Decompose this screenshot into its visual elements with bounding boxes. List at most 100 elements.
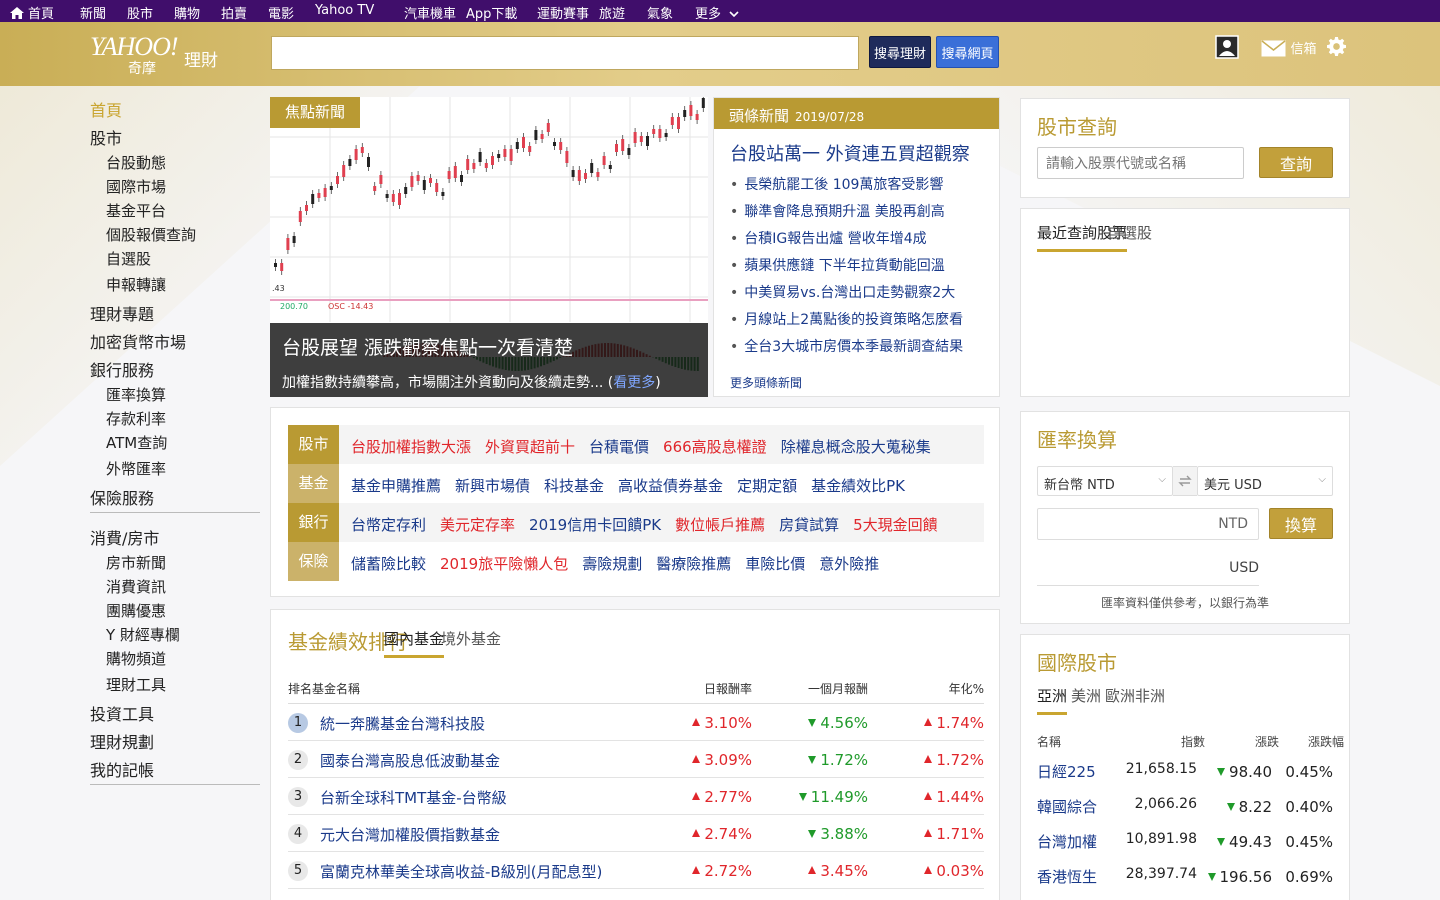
search-input[interactable] xyxy=(271,36,859,70)
sidebar-item-transfer[interactable]: 申報轉讓 xyxy=(106,274,166,295)
topnav-item-weather[interactable]: 氣象 xyxy=(647,3,673,22)
table-row[interactable]: 5 富蘭克林華美全球高收益-B級別(月配息型) 2.72% 3.45% 0.03% xyxy=(288,852,984,889)
keyword-link[interactable]: 外資買超前十 xyxy=(485,438,575,456)
keyword-link[interactable]: 5大現金回饋 xyxy=(853,516,938,534)
tab-asia[interactable]: 亞洲 xyxy=(1037,685,1068,715)
index-name-link[interactable]: 日經225 xyxy=(1037,761,1096,782)
keyword-link[interactable]: 台股加權指數大漲 xyxy=(351,438,471,456)
top-news-more-link[interactable]: 更多頭條新聞 xyxy=(730,374,802,391)
sidebar-item-tools[interactable]: 理財工具 xyxy=(106,674,166,695)
news-link[interactable]: 聯準會降息預期升溫 美股再創高 xyxy=(744,204,944,220)
keyword-link[interactable]: 2019信用卡回饋PK xyxy=(529,516,661,534)
mail-link[interactable]: 信箱 xyxy=(1261,38,1316,61)
sidebar-item-quote[interactable]: 個股報價查詢 xyxy=(106,224,196,245)
topnav-item-auction[interactable]: 拍賣 xyxy=(221,3,247,22)
sidebar-item-atm[interactable]: ATM查詢 xyxy=(106,432,167,453)
index-name-link[interactable]: 韓國綜合 xyxy=(1037,796,1097,817)
list-item[interactable]: • 蘋果供應鏈 下半年拉貨動能回溫 xyxy=(730,255,963,282)
keyword-link[interactable]: 新興市場債 xyxy=(455,477,530,495)
table-row[interactable]: 4 元大台灣加權股價指數基金 2.74% 3.88% 1.71% xyxy=(288,815,984,852)
tab-watchlist[interactable]: 自選股 xyxy=(1107,222,1152,243)
sidebar-item-consumer[interactable]: 消費/房市 xyxy=(90,525,159,549)
keyword-link[interactable]: 台積電價 xyxy=(589,438,649,456)
sidebar-item-fx[interactable]: 匯率換算 xyxy=(106,384,166,405)
keyword-link[interactable]: 除權息概念股大蒐秘集 xyxy=(781,438,931,456)
keyword-link[interactable]: 房貸試算 xyxy=(779,516,839,534)
sidebar-item-ledger[interactable]: 我的記帳 xyxy=(90,757,154,781)
sidebar-item-invest-tools[interactable]: 投資工具 xyxy=(90,701,154,725)
keyword-link[interactable]: 數位帳戶推薦 xyxy=(675,516,765,534)
sidebar-item-home[interactable]: 首頁 xyxy=(90,97,122,121)
keyword-link[interactable]: 666高股息權證 xyxy=(663,438,767,456)
list-item[interactable]: • 長榮航罷工後 109萬旅客受影響 xyxy=(730,174,963,201)
table-row[interactable]: 1 統一奔騰基金台灣科技股 3.10% 4.56% 1.74% xyxy=(288,704,984,741)
table-row[interactable]: 3 台新全球科TMT基金-台幣級 2.77% 11.49% 1.44% xyxy=(288,778,984,815)
news-link[interactable]: 台積IG報告出爐 營收年增4成 xyxy=(744,231,926,247)
topnav-item-tv[interactable]: Yahoo TV xyxy=(315,3,374,18)
index-name-link[interactable]: 台灣加權 xyxy=(1037,831,1097,852)
sidebar-item-tw-stock[interactable]: 台股動態 xyxy=(106,152,166,173)
keyword-link[interactable]: 車險比價 xyxy=(745,555,805,573)
index-name-link[interactable]: 香港恆生 xyxy=(1037,866,1097,887)
sidebar-item-shop[interactable]: 購物頻道 xyxy=(106,648,166,669)
sidebar-item-column[interactable]: Y 財經專欄 xyxy=(106,624,180,645)
keyword-link[interactable]: 儲蓄險比較 xyxy=(351,555,426,573)
sidebar-item-foreign-fx[interactable]: 外幣匯率 xyxy=(106,458,166,479)
sidebar-item-watchlist[interactable]: 自選股 xyxy=(106,248,151,269)
tab-europe[interactable]: 歐洲非洲 xyxy=(1105,685,1165,706)
keyword-link[interactable]: 醫療險推薦 xyxy=(656,555,731,573)
fund-name-link[interactable]: 台新全球科TMT基金-台幣級 xyxy=(320,787,507,808)
keyword-link[interactable]: 基金績效比PK xyxy=(811,477,905,495)
topnav-item-home[interactable]: 首頁 xyxy=(10,3,54,22)
user-icon[interactable] xyxy=(1215,35,1239,63)
news-link[interactable]: 中美貿易vs.台灣出口走勢觀察2大 xyxy=(744,285,955,301)
fund-name-link[interactable]: 統一奔騰基金台灣科技股 xyxy=(320,713,485,734)
topnav-item-more[interactable]: 更多 xyxy=(695,3,739,22)
topnav-item-travel[interactable]: 旅遊 xyxy=(599,3,625,22)
sidebar-item-stock[interactable]: 股市 xyxy=(90,125,122,149)
keyword-link[interactable]: 高收益債券基金 xyxy=(618,477,723,495)
sidebar-item-realestate[interactable]: 房市新聞 xyxy=(106,552,166,573)
keyword-link[interactable]: 意外險推 xyxy=(819,555,879,573)
news-link[interactable]: 全台3大城市房價本季最新調查結果 xyxy=(744,339,963,355)
sidebar-item-deposit[interactable]: 存款利率 xyxy=(106,408,166,429)
fund-name-link[interactable]: 國泰台灣高股息低波動基金 xyxy=(320,750,500,771)
gear-icon[interactable] xyxy=(1327,37,1346,60)
fx-to-select[interactable]: 美元 USD ⌵ xyxy=(1197,466,1333,496)
topnav-item-shopping[interactable]: 購物 xyxy=(174,3,200,22)
sidebar-item-bank[interactable]: 銀行服務 xyxy=(90,357,154,381)
list-item[interactable]: • 聯準會降息預期升溫 美股再創高 xyxy=(730,201,963,228)
sidebar-item-insurance[interactable]: 保險服務 xyxy=(90,485,154,509)
fx-amount-input[interactable]: NTD xyxy=(1037,508,1259,540)
keyword-link[interactable]: 壽險規劃 xyxy=(582,555,642,573)
feature-more-link[interactable]: 看更多 xyxy=(613,375,655,391)
news-link[interactable]: 長榮航罷工後 109萬旅客受影響 xyxy=(744,177,943,193)
topnav-item-sports[interactable]: 運動賽事 xyxy=(537,3,589,22)
topnav-item-stock[interactable]: 股市 xyxy=(127,3,153,22)
topnav-item-app[interactable]: App下載 xyxy=(466,3,517,22)
topnav-item-auto[interactable]: 汽車機車 xyxy=(404,3,456,22)
fx-convert-button[interactable]: 換算 xyxy=(1269,508,1333,539)
sidebar-item-groupbuy[interactable]: 團購優惠 xyxy=(106,600,166,621)
top-news-headline[interactable]: 台股站萬一 外資連五買超觀察 xyxy=(730,140,970,166)
keyword-link[interactable]: 基金申購推薦 xyxy=(351,477,441,495)
fx-from-select[interactable]: 新台幣 NTD ⌵ xyxy=(1037,466,1173,496)
stock-quote-button[interactable]: 查詢 xyxy=(1259,147,1333,178)
keyword-link[interactable]: 2019旅平險懶人包 xyxy=(440,555,568,573)
keyword-link[interactable]: 定期定額 xyxy=(737,477,797,495)
topnav-item-movie[interactable]: 電影 xyxy=(268,3,294,22)
sidebar-item-planning[interactable]: 理財規劃 xyxy=(90,729,154,753)
list-item[interactable]: • 台積IG報告出爐 營收年增4成 xyxy=(730,228,963,255)
list-item[interactable]: • 全台3大城市房價本季最新調查結果 xyxy=(730,336,963,363)
keyword-link[interactable]: 科技基金 xyxy=(544,477,604,495)
sidebar-item-crypto[interactable]: 加密貨幣市場 xyxy=(90,329,186,353)
search-web-button[interactable]: 搜尋網頁 xyxy=(936,36,999,68)
sidebar-item-intl-market[interactable]: 國際市場 xyxy=(106,176,166,197)
keyword-link[interactable]: 台幣定存利 xyxy=(351,516,426,534)
news-link[interactable]: 月線站上2萬點後的投資策略怎麼看 xyxy=(744,312,963,328)
sidebar-item-topics[interactable]: 理財專題 xyxy=(90,301,154,325)
feature-caption[interactable]: 台股展望 漲跌觀察焦點一次看清楚 加權指數持續攀高，市場關注外資動向及後續走勢.… xyxy=(270,323,708,397)
table-row[interactable]: 2 國泰台灣高股息低波動基金 3.09% 1.72% 1.72% xyxy=(288,741,984,778)
keyword-link[interactable]: 美元定存率 xyxy=(440,516,515,534)
search-finance-button[interactable]: 搜尋理財 xyxy=(869,36,931,68)
